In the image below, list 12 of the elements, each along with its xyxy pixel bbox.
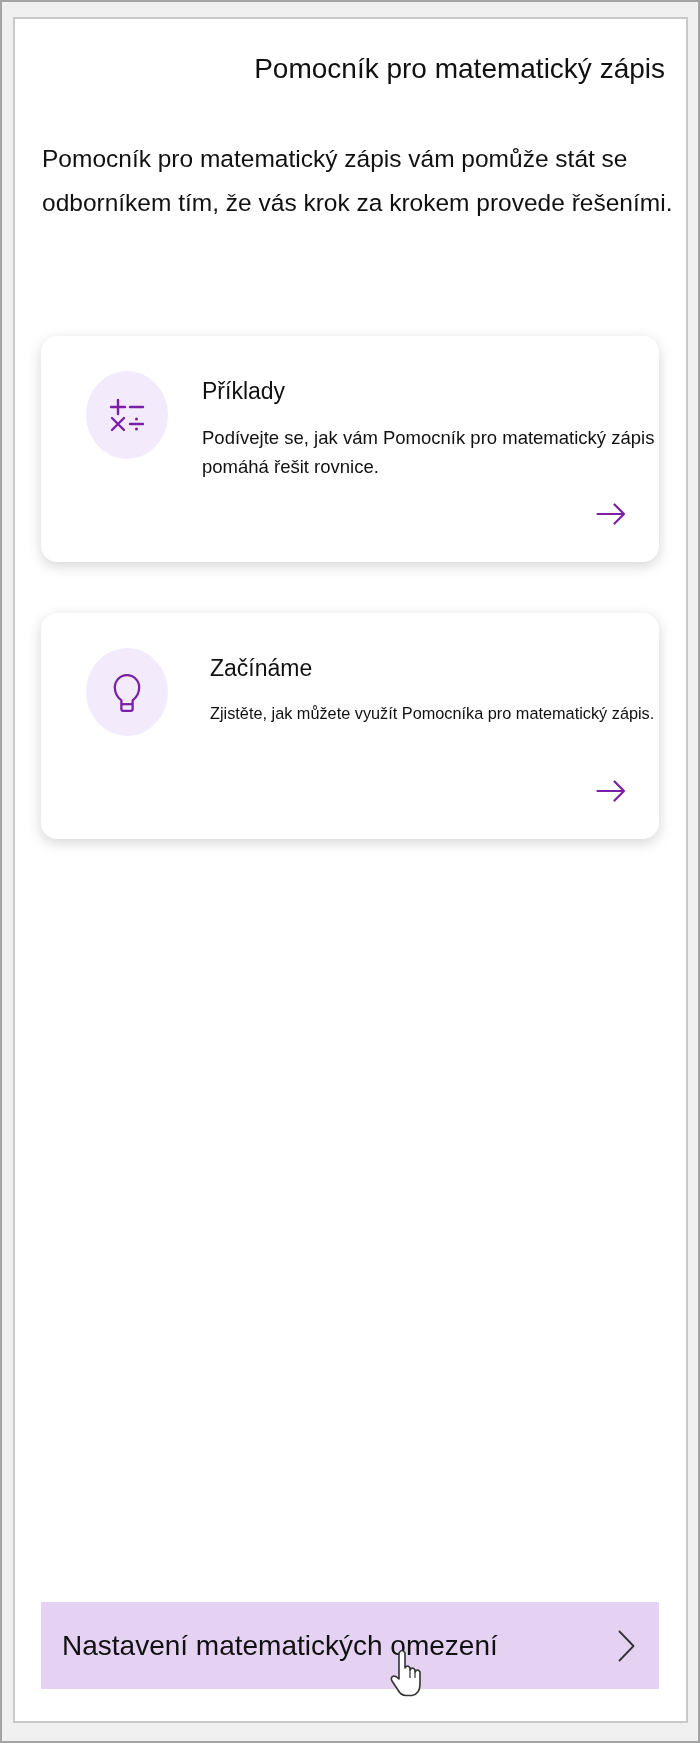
intro-text: Pomocník pro matematický zápis vám pomůže stát se odborníkem tím, že vás krok za krokem provede řešeními. xyxy=(42,144,674,218)
arrow-right-icon xyxy=(596,503,626,525)
card-description: Podívejte se, jak vám Pomocník pro matematický zápis pomáhá řešit rovnice. xyxy=(202,426,656,479)
arrow-right-icon xyxy=(596,780,626,802)
feature-card[interactable]: Příklady Podívejte se, jak vám Pomocník pro matematický zápis pomáhá řešit rovnice. xyxy=(41,336,659,562)
card-description: Zjistěte, jak můžete využít Pomocníka pro matematický zápis. xyxy=(210,703,656,724)
settings-link[interactable]: Nastavení matematických omezení xyxy=(41,1602,659,1689)
card-title: Začínáme xyxy=(210,654,314,682)
card-title: Příklady xyxy=(202,377,287,405)
chevron-right-icon xyxy=(618,1629,635,1662)
panel-title: Pomocník pro matematický zápis xyxy=(253,52,665,86)
feature-card[interactable]: Začínáme Zjistěte, jak můžete využít Pomocníka pro matematický zápis. xyxy=(41,613,659,839)
